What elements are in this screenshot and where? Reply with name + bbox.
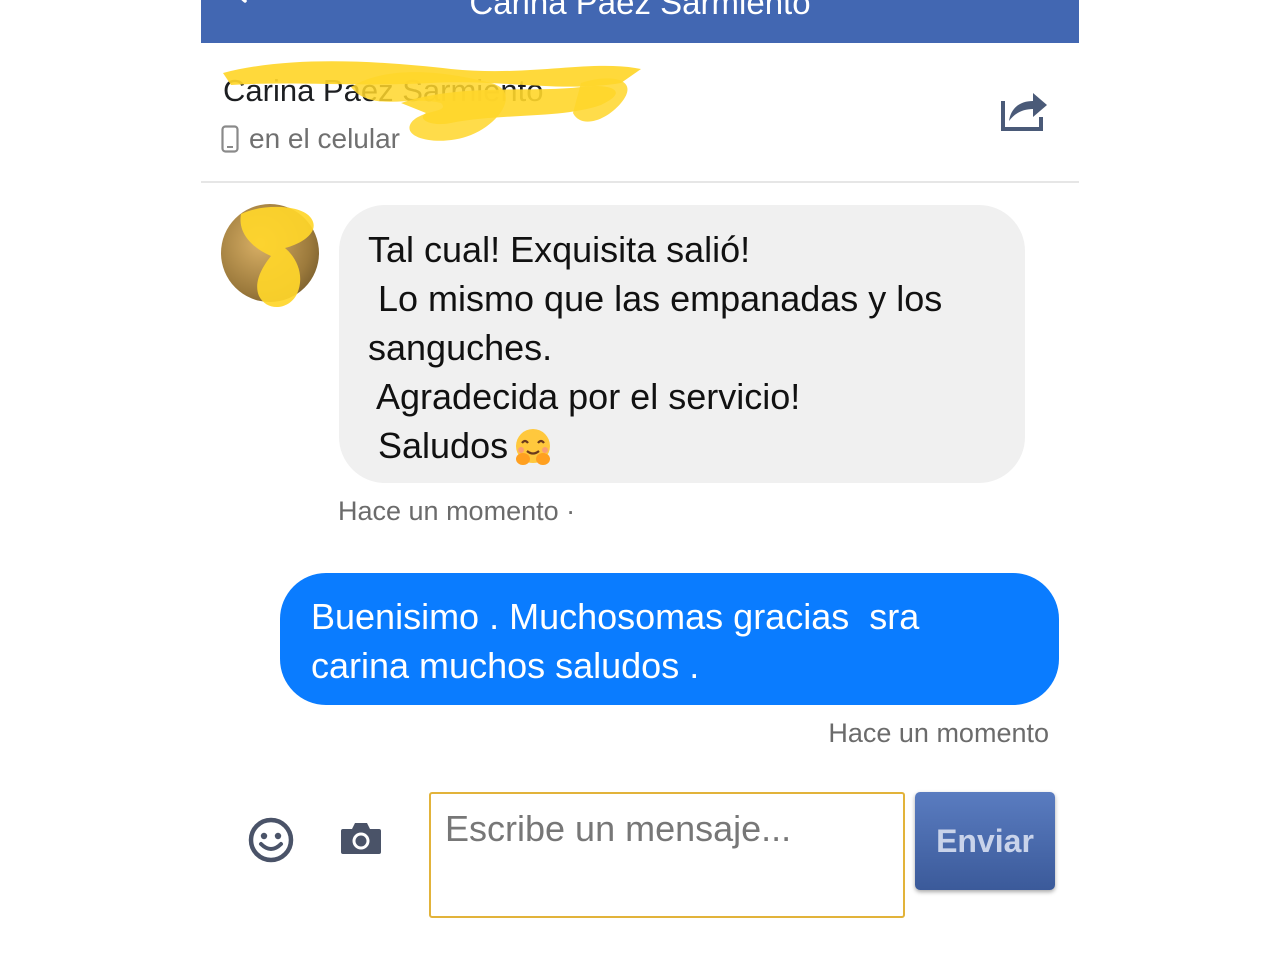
message-line: sanguches. bbox=[368, 327, 553, 368]
message-line: carina muchos saludos . bbox=[311, 645, 700, 686]
message-line-last: Saludos bbox=[368, 421, 995, 470]
conversation-title: Carina Paez Sarmiento bbox=[469, 0, 811, 21]
message-line-text: Saludos bbox=[368, 425, 509, 466]
contact-name: Carina Paez Sarmiento bbox=[223, 73, 544, 108]
send-button[interactable]: Enviar bbox=[915, 792, 1055, 890]
incoming-message-bubble: Tal cual! Exquisita salió! Lo mismo que … bbox=[339, 205, 1025, 483]
presence-status: en el celular bbox=[221, 123, 400, 155]
hugging-face-emoji bbox=[516, 429, 551, 466]
message-line: Lo mismo que las empanadas y los bbox=[368, 278, 943, 319]
presence-text: en el celular bbox=[249, 123, 400, 154]
messenger-app: Carina Paez Sarmiento Carina Paez Sarmie… bbox=[201, 0, 1079, 960]
message-line: Agradecida por el servicio! bbox=[368, 376, 801, 417]
message-timestamp: Hace un momento · bbox=[338, 496, 576, 526]
share-icon[interactable] bbox=[999, 87, 1051, 137]
outgoing-message-bubble: Buenisimo . Muchosomas gracias sra carin… bbox=[280, 573, 1059, 705]
message-timestamp: Hace un momento bbox=[828, 718, 1049, 748]
contact-avatar bbox=[221, 204, 319, 302]
message-line: Tal cual! Exquisita salió! bbox=[368, 229, 751, 270]
contact-header: Carina Paez Sarmiento en el celular bbox=[201, 43, 1079, 183]
camera-icon[interactable] bbox=[339, 820, 383, 856]
message-input[interactable] bbox=[429, 792, 905, 918]
smiley-icon[interactable] bbox=[247, 816, 295, 864]
message-line: Buenisimo . Muchosomas gracias sra bbox=[311, 596, 920, 637]
mobile-phone-icon bbox=[221, 125, 239, 153]
top-bar: Carina Paez Sarmiento bbox=[201, 0, 1079, 43]
